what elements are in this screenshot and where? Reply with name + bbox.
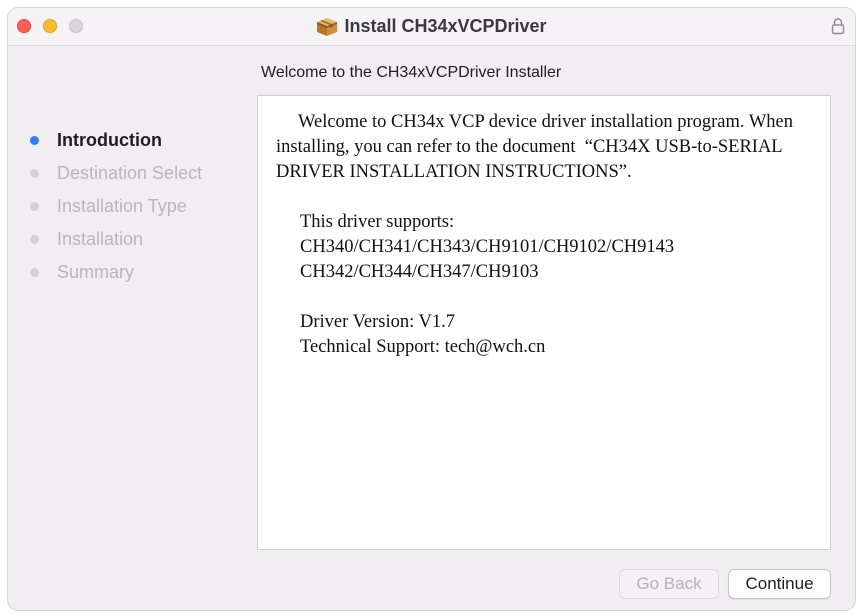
step-destination-select: Destination Select [30, 157, 202, 190]
step-label: Installation Type [57, 196, 187, 216]
step-installation: Installation [30, 223, 202, 256]
installer-steps: Introduction Destination Select Installa… [30, 124, 202, 289]
step-indicator-dot [30, 235, 39, 244]
window-title: Install CH34xVCPDriver [344, 16, 547, 36]
step-indicator-dot [30, 268, 39, 277]
step-label: Destination Select [57, 163, 203, 183]
driver-version: Driver Version: V1.7 [300, 312, 456, 332]
step-label: Installation [57, 229, 144, 249]
step-indicator-dot [30, 169, 39, 178]
package-icon [316, 17, 338, 37]
intro-paragraph: Welcome to CH34x VCP device driver insta… [276, 112, 793, 182]
step-indicator-dot [30, 136, 39, 145]
step-installation-type: Installation Type [30, 190, 202, 223]
installer-window: Install CH34xVCPDriver Welcome to the CH… [8, 8, 855, 610]
title-bar: Install CH34xVCPDriver [8, 8, 855, 46]
supported-chips-line-1: CH340/CH341/CH343/CH9101/CH9102/CH9143 [300, 237, 675, 257]
supports-heading: This driver supports: [300, 212, 455, 232]
step-indicator-dot [30, 202, 39, 211]
window-title-group: Install CH34xVCPDriver [8, 8, 855, 45]
go-back-button[interactable]: Go Back [619, 569, 719, 599]
continue-button[interactable]: Continue [728, 569, 831, 599]
technical-support: Technical Support: tech@wch.cn [300, 337, 546, 357]
page-subtitle: Welcome to the CH34xVCPDriver Installer [261, 64, 562, 81]
step-summary: Summary [30, 256, 202, 289]
lock-icon [831, 17, 845, 35]
step-label: Summary [57, 262, 135, 282]
step-label: Introduction [57, 130, 162, 150]
supported-chips-line-2: CH342/CH344/CH347/CH9103 [300, 262, 539, 282]
step-introduction: Introduction [30, 124, 202, 157]
introduction-text-panel[interactable]: Welcome to CH34x VCP device driver insta… [257, 95, 831, 550]
